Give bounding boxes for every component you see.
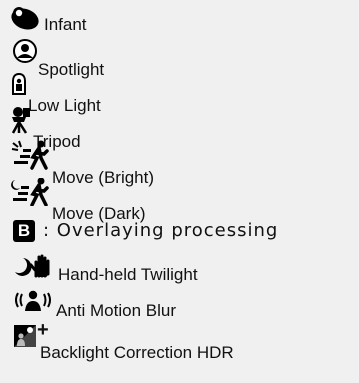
list-item-tripod: Tripod <box>0 107 359 151</box>
list-item-low-light: Low Light <box>0 72 359 115</box>
plus-icon: + <box>37 319 49 341</box>
infant-icon <box>11 7 39 30</box>
tripod-icon <box>11 107 30 134</box>
item-label: Anti Motion Blur <box>56 301 176 320</box>
item-label: Infant <box>44 15 87 34</box>
anti-motion-blur-icon <box>15 290 51 311</box>
item-label: Hand-held Twilight <box>58 265 198 284</box>
list-item-spotlight: Spotlight <box>0 38 359 79</box>
item-label: : Overlaying processing <box>43 220 279 241</box>
list-item-hand-held-twilight: Hand-held Twilight <box>0 254 359 290</box>
list-item-move-bright: Move (Bright) <box>0 140 359 187</box>
list-item-anti-motion-blur: Anti Motion Blur <box>0 290 359 326</box>
hand-held-twilight-icon <box>15 254 50 278</box>
list-item-backlight-correction-hdr: + Backlight Correction HDR <box>0 320 359 362</box>
list-item-infant: Infant <box>0 2 359 38</box>
move-dark-icon <box>11 178 49 206</box>
overlay-b-icon: B <box>13 220 35 242</box>
low-light-icon <box>12 72 26 95</box>
backlight-hdr-icon <box>14 325 36 347</box>
list-item-move-dark: Move (Dark) <box>0 178 359 223</box>
item-label: Backlight Correction HDR <box>40 343 234 362</box>
move-bright-icon <box>11 140 49 170</box>
list-item-overlaying-processing: B : Overlaying processing <box>0 218 359 254</box>
spotlight-icon <box>13 39 37 63</box>
